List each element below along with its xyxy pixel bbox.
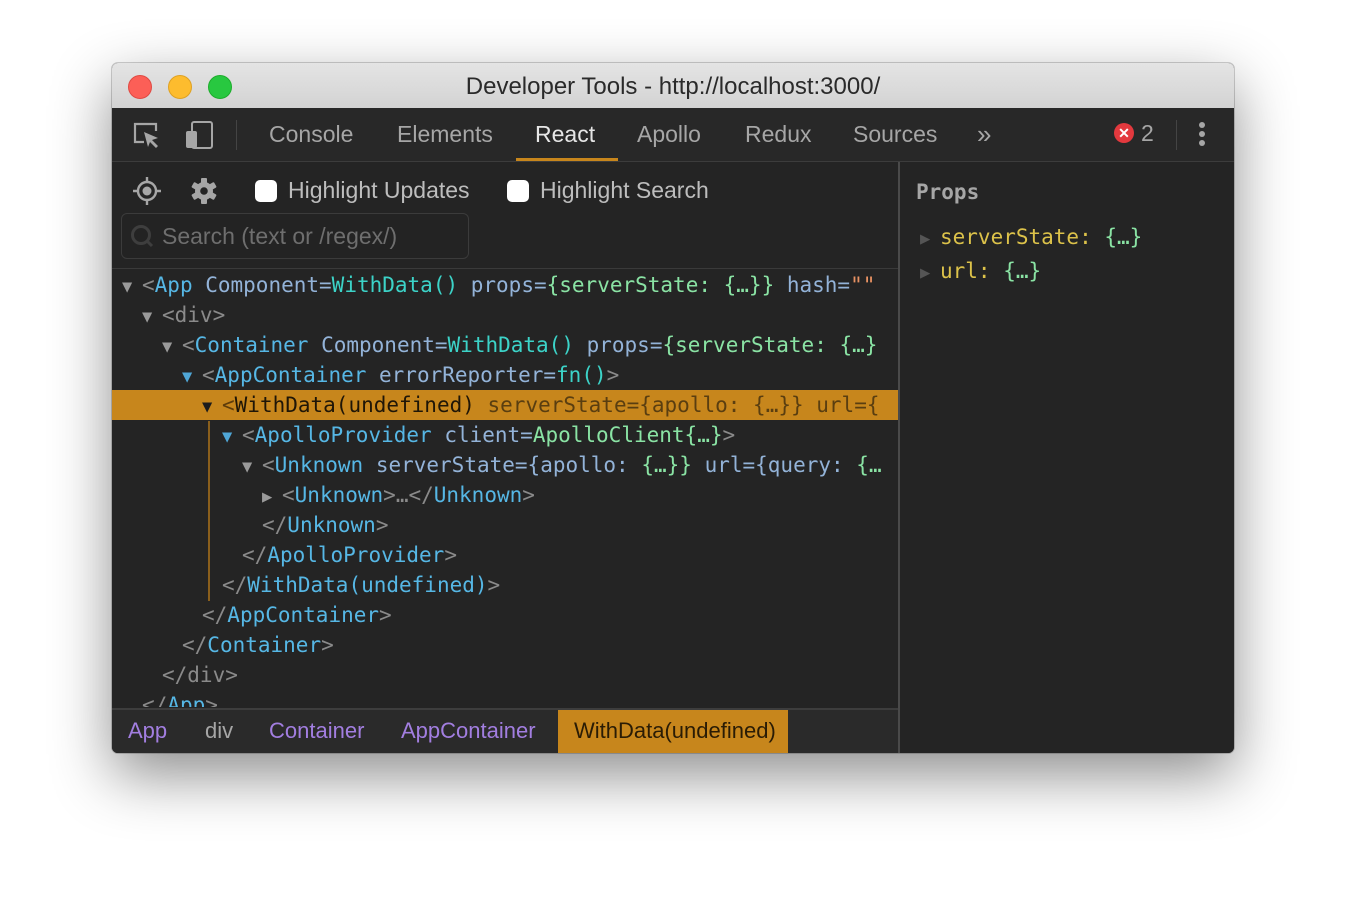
tag-name: Container bbox=[194, 333, 309, 357]
toolbar-separator bbox=[236, 120, 237, 150]
tab-redux[interactable]: Redux bbox=[725, 108, 831, 161]
collapse-arrow-icon[interactable]: ▼ bbox=[122, 272, 142, 302]
tree-row-close-appcontainer[interactable]: </AppContainer> bbox=[112, 600, 898, 630]
tree-row-app[interactable]: ▼ <App Component=WithData() props={server… bbox=[112, 270, 898, 300]
search-box bbox=[121, 213, 469, 259]
tree-row-close-container[interactable]: </Container> bbox=[112, 630, 898, 660]
more-options-icon[interactable] bbox=[1194, 122, 1210, 150]
breadcrumb-app[interactable]: App bbox=[112, 710, 183, 753]
tree-row-unknown-collapsed[interactable]: ▶ <Unknown>…</Unknown> bbox=[112, 480, 898, 510]
highlight-updates-checkbox[interactable] bbox=[255, 180, 277, 202]
breadcrumb-container[interactable]: Container bbox=[253, 710, 380, 753]
search-input[interactable] bbox=[162, 214, 462, 258]
prop-url[interactable]: ▶ url: {…} bbox=[920, 256, 1041, 286]
tree-row-close-unknown[interactable]: </Unknown> bbox=[112, 510, 898, 540]
tree-row-div[interactable]: ▼ <div> bbox=[112, 300, 898, 330]
devtools-toolbar: Console Elements React Apollo Redux Sour… bbox=[112, 108, 1234, 162]
tab-sources[interactable]: Sources bbox=[833, 108, 957, 161]
device-toolbar-icon[interactable] bbox=[184, 120, 214, 150]
breadcrumb-withdata[interactable]: WithData(undefined) bbox=[558, 710, 788, 753]
highlight-updates-label[interactable]: Highlight Updates bbox=[288, 177, 470, 204]
tree-row-close-withdata[interactable]: </WithData(undefined)> bbox=[112, 570, 898, 600]
tab-elements[interactable]: Elements bbox=[377, 108, 513, 161]
toolbar-separator bbox=[1176, 120, 1177, 150]
error-icon[interactable]: ✕ bbox=[1114, 123, 1134, 143]
tag-name: Unknown bbox=[274, 453, 364, 477]
component-tree: ▼ <App Component=WithData() props={server… bbox=[112, 270, 898, 707]
collapse-arrow-icon[interactable]: ▼ bbox=[202, 392, 222, 422]
title-bar: Developer Tools - http://localhost:3000/ bbox=[112, 63, 1234, 109]
prop-serverstate[interactable]: ▶ serverState: {…} bbox=[920, 222, 1142, 252]
collapse-arrow-icon[interactable]: ▼ bbox=[162, 332, 182, 362]
props-title: Props bbox=[916, 180, 980, 204]
tag-name: AppContainer bbox=[214, 363, 367, 387]
tree-row-close-app[interactable]: </App> bbox=[112, 690, 898, 707]
search-icon bbox=[131, 225, 154, 248]
error-count[interactable]: 2 bbox=[1141, 120, 1154, 147]
tab-react[interactable]: React bbox=[516, 108, 618, 161]
tag-name: Unknown bbox=[294, 483, 384, 507]
expand-arrow-icon[interactable]: ▶ bbox=[920, 224, 940, 254]
tree-row-apolloprovider[interactable]: ▼ <ApolloProvider client=ApolloClient{…}> bbox=[112, 420, 898, 450]
tree-row-appcontainer[interactable]: ▼ <AppContainer errorReporter=fn()> bbox=[112, 360, 898, 390]
expand-arrow-icon[interactable]: ▶ bbox=[920, 258, 940, 288]
devtools-window: Developer Tools - http://localhost:3000/… bbox=[112, 63, 1234, 753]
props-pane: Props ▶ serverState: {…} ▶ url: {…} bbox=[900, 162, 1234, 753]
tree-row-close-apolloprovider[interactable]: </ApolloProvider> bbox=[112, 540, 898, 570]
more-tabs-button[interactable]: » bbox=[957, 108, 1011, 161]
collapse-arrow-icon[interactable]: ▼ bbox=[222, 422, 242, 452]
breadcrumb-appcontainer[interactable]: AppContainer bbox=[385, 710, 552, 753]
component-tree-pane: Highlight Updates Highlight Search ▼<App… bbox=[112, 162, 898, 753]
expand-arrow-icon[interactable]: ▶ bbox=[262, 482, 282, 512]
tab-apollo[interactable]: Apollo bbox=[617, 108, 721, 161]
inspect-element-icon[interactable] bbox=[132, 120, 162, 150]
divider bbox=[112, 268, 898, 269]
tag-name: App bbox=[154, 273, 193, 297]
collapse-arrow-icon[interactable]: ▼ bbox=[182, 362, 202, 392]
selection-guide-line bbox=[208, 421, 210, 601]
settings-gear-icon[interactable] bbox=[189, 176, 219, 206]
highlight-search-label[interactable]: Highlight Search bbox=[540, 177, 709, 204]
highlight-search-checkbox[interactable] bbox=[507, 180, 529, 202]
window-title: Developer Tools - http://localhost:3000/ bbox=[465, 73, 881, 100]
tab-console[interactable]: Console bbox=[249, 108, 373, 161]
tag-name: WithData(undefined) bbox=[234, 393, 475, 417]
select-component-icon[interactable] bbox=[132, 176, 162, 206]
breadcrumb: App div Container AppContainer WithData(… bbox=[112, 708, 898, 753]
tree-row-withdata-selected[interactable]: ▼ <WithData(undefined) serverState={apoll… bbox=[112, 390, 898, 420]
collapse-arrow-icon[interactable]: ▼ bbox=[242, 452, 262, 482]
tag-name: ApolloProvider bbox=[254, 423, 432, 447]
breadcrumb-div[interactable]: div bbox=[189, 710, 249, 753]
tree-row-close-div[interactable]: </div> bbox=[112, 660, 898, 690]
collapse-arrow-icon[interactable]: ▼ bbox=[142, 302, 162, 332]
tree-row-container[interactable]: ▼ <Container Component=WithData() props={… bbox=[112, 330, 898, 360]
tree-row-unknown[interactable]: ▼ <Unknown serverState={apollo: {…}} url=… bbox=[112, 450, 898, 480]
